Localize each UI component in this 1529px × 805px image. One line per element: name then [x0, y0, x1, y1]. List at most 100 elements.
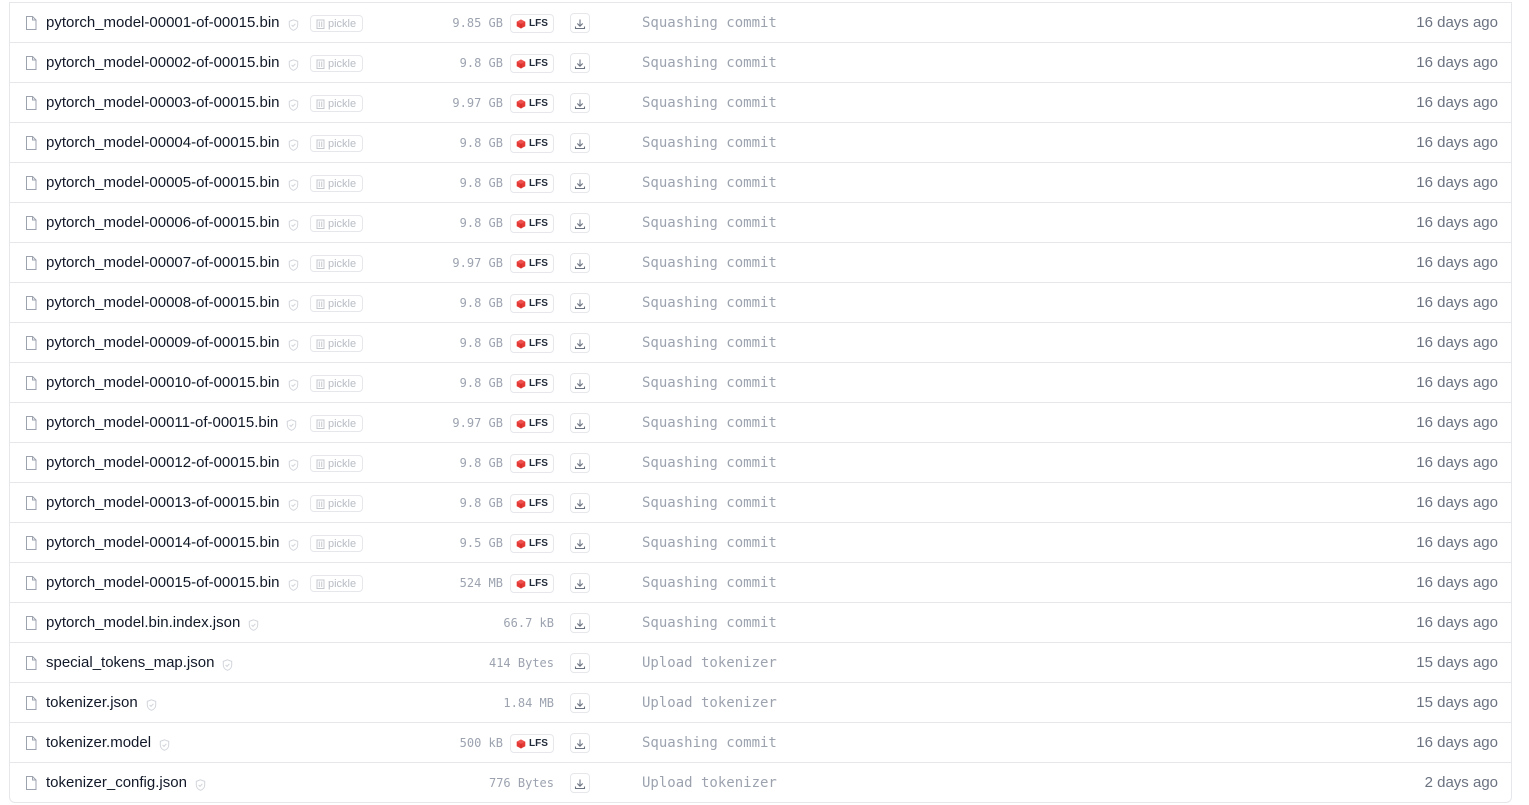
file-name-link[interactable]: pytorch_model-00011-of-00015.bin [46, 413, 297, 433]
lfs-badge: LFS [510, 374, 554, 393]
pickle-badge[interactable]: pickle [310, 175, 363, 192]
file-size: 9.8 GB [459, 176, 503, 190]
pickle-badge[interactable]: pickle [310, 495, 363, 512]
pickle-badge[interactable]: pickle [310, 375, 363, 392]
commit-message-link[interactable]: Squashing commit [642, 294, 777, 312]
file-name-link[interactable]: pytorch_model.bin.index.json [46, 613, 259, 633]
download-button[interactable] [570, 413, 590, 433]
download-button[interactable] [570, 213, 590, 233]
download-button[interactable] [570, 253, 590, 273]
download-button[interactable] [570, 13, 590, 33]
file-name-link[interactable]: special_tokens_map.json [46, 653, 233, 673]
file-name-link[interactable]: pytorch_model-00013-of-00015.bin [46, 493, 299, 513]
commit-message-link[interactable]: Squashing commit [642, 94, 777, 112]
download-button[interactable] [570, 613, 590, 633]
file-name-link[interactable]: tokenizer.model [46, 733, 170, 753]
file-name-link[interactable]: pytorch_model-00012-of-00015.bin [46, 453, 299, 473]
download-icon [574, 57, 586, 70]
commit-message-link[interactable]: Squashing commit [642, 374, 777, 392]
download-button[interactable] [570, 333, 590, 353]
file-name-link[interactable]: pytorch_model-00004-of-00015.bin [46, 133, 299, 153]
pickle-badge[interactable]: pickle [310, 575, 363, 592]
commit-message-link[interactable]: Squashing commit [642, 14, 777, 32]
file-name-link[interactable]: pytorch_model-00001-of-00015.bin [46, 13, 299, 33]
pickle-badge[interactable]: pickle [310, 255, 363, 272]
file-name-link[interactable]: pytorch_model-00008-of-00015.bin [46, 293, 299, 313]
lfs-label: LFS [529, 498, 548, 509]
file-name-link[interactable]: pytorch_model-00015-of-00015.bin [46, 573, 299, 593]
download-button[interactable] [570, 693, 590, 713]
file-row: pytorch_model-00011-of-00015.bin pickle 9.… [10, 402, 1511, 442]
pickle-badge[interactable]: pickle [310, 55, 363, 72]
lfs-badge: LFS [510, 174, 554, 193]
commit-message-link[interactable]: Squashing commit [642, 534, 777, 552]
download-button[interactable] [570, 453, 590, 473]
file-name-link[interactable]: pytorch_model-00007-of-00015.bin [46, 253, 299, 273]
file-name-link[interactable]: pytorch_model-00005-of-00015.bin [46, 173, 299, 193]
pickle-badge[interactable]: pickle [310, 295, 363, 312]
download-button[interactable] [570, 173, 590, 193]
file-name-link[interactable]: pytorch_model-00006-of-00015.bin [46, 213, 299, 233]
commit-message-link[interactable]: Squashing commit [642, 174, 777, 192]
lfs-badge: LFS [510, 494, 554, 513]
download-button[interactable] [570, 53, 590, 73]
commit-date: 16 days ago [1416, 494, 1498, 511]
file-size: 9.8 GB [459, 376, 503, 390]
lfs-cube-icon [516, 299, 526, 309]
commit-message-link[interactable]: Squashing commit [642, 454, 777, 472]
pickle-jar-icon [316, 59, 325, 69]
shield-check-icon [195, 777, 206, 791]
file-row: pytorch_model.bin.index.json 66.7 kB Squas… [10, 602, 1511, 642]
lfs-label: LFS [529, 258, 548, 269]
pickle-badge[interactable]: pickle [310, 415, 363, 432]
pickle-badge[interactable]: pickle [310, 95, 363, 112]
lfs-badge: LFS [510, 254, 554, 273]
download-icon [574, 297, 586, 310]
shield-check-icon [288, 17, 299, 31]
download-button[interactable] [570, 133, 590, 153]
file-size: 9.8 GB [459, 136, 503, 150]
commit-message-link[interactable]: Squashing commit [642, 134, 777, 152]
download-button[interactable] [570, 573, 590, 593]
file-name-link[interactable]: tokenizer.json [46, 693, 157, 713]
download-button[interactable] [570, 653, 590, 673]
download-button[interactable] [570, 493, 590, 513]
commit-message-link[interactable]: Squashing commit [642, 54, 777, 72]
pickle-badge[interactable]: pickle [310, 335, 363, 352]
commit-message-link[interactable]: Squashing commit [642, 214, 777, 232]
download-button[interactable] [570, 773, 590, 793]
download-icon [574, 217, 586, 230]
pickle-badge[interactable]: pickle [310, 135, 363, 152]
file-name: pytorch_model-00006-of-00015.bin [46, 214, 280, 231]
download-button[interactable] [570, 533, 590, 553]
commit-message-link[interactable]: Squashing commit [642, 254, 777, 272]
download-button[interactable] [570, 733, 590, 753]
commit-message-link[interactable]: Squashing commit [642, 574, 777, 592]
pickle-badge[interactable]: pickle [310, 215, 363, 232]
commit-message-link[interactable]: Squashing commit [642, 734, 777, 752]
download-button[interactable] [570, 93, 590, 113]
file-size: 9.8 GB [459, 216, 503, 230]
commit-message-link[interactable]: Upload tokenizer [642, 654, 777, 672]
download-icon [574, 377, 586, 390]
pickle-badge[interactable]: pickle [310, 15, 363, 32]
file-name-link[interactable]: pytorch_model-00003-of-00015.bin [46, 93, 299, 113]
file-name-link[interactable]: pytorch_model-00014-of-00015.bin [46, 533, 299, 553]
file-name-link[interactable]: pytorch_model-00010-of-00015.bin [46, 373, 299, 393]
file-size: 9.8 GB [459, 336, 503, 350]
commit-message-link[interactable]: Squashing commit [642, 614, 777, 632]
commit-message-link[interactable]: Squashing commit [642, 414, 777, 432]
pickle-badge[interactable]: pickle [310, 535, 363, 552]
commit-message-link[interactable]: Squashing commit [642, 334, 777, 352]
file-size: 9.97 GB [452, 416, 503, 430]
download-button[interactable] [570, 373, 590, 393]
file-name-link[interactable]: pytorch_model-00002-of-00015.bin [46, 53, 299, 73]
file-name-link[interactable]: tokenizer_config.json [46, 773, 206, 793]
commit-message-link[interactable]: Squashing commit [642, 494, 777, 512]
file-name-link[interactable]: pytorch_model-00009-of-00015.bin [46, 333, 299, 353]
file-row: pytorch_model-00014-of-00015.bin pickle 9.… [10, 522, 1511, 562]
commit-message-link[interactable]: Upload tokenizer [642, 694, 777, 712]
pickle-badge[interactable]: pickle [310, 455, 363, 472]
commit-message-link[interactable]: Upload tokenizer [642, 774, 777, 792]
download-button[interactable] [570, 293, 590, 313]
